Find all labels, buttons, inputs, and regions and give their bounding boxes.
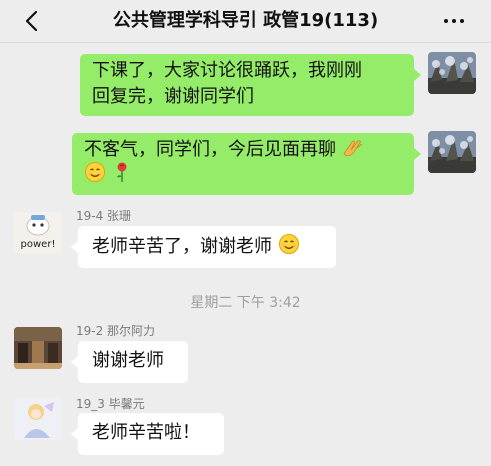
more-options-button[interactable] xyxy=(439,8,469,34)
chat-header: 公共管理学科导引 政管19(113) xyxy=(0,0,491,42)
clapping-hands-emoji xyxy=(343,140,363,157)
avatar-caption: power! xyxy=(20,239,56,250)
avatar-self[interactable] xyxy=(428,52,476,94)
message-bubble-own[interactable]: 不客气，同学们，今后见面再聊 xyxy=(72,133,421,195)
message-text: 老师辛苦啦！ xyxy=(92,422,200,443)
smiley-emoji xyxy=(278,234,299,254)
more-dot xyxy=(452,19,456,23)
avatar-bi-xinyuan[interactable] xyxy=(14,398,62,440)
rose-emoji xyxy=(116,162,127,182)
message-text: 老师辛苦了，谢谢老师 xyxy=(92,236,272,257)
chat-timestamp: 星期二 下午 3:42 xyxy=(190,295,301,311)
sender-name: 19_3 毕馨元 xyxy=(76,397,145,411)
message-bubble-other[interactable]: 老师辛苦啦！ xyxy=(71,413,224,455)
header-divider xyxy=(0,42,491,43)
message-bubble-own[interactable]: 下课了，大家讨论很踊跃，我刚刚 回复完，谢谢同学们 xyxy=(80,54,421,116)
sender-name: 19-4 张珊 xyxy=(76,209,132,223)
avatar-zhang-shan[interactable]: power! xyxy=(14,212,62,254)
message-text: 谢谢老师 xyxy=(92,350,164,371)
more-dots-icon xyxy=(444,19,448,23)
message-text-line: 下课了，大家讨论很踊跃，我刚刚 xyxy=(92,60,362,81)
avatar-naer-ali[interactable] xyxy=(14,327,62,369)
message-bubble-other[interactable]: 老师辛苦了，谢谢老师 xyxy=(71,226,336,268)
message-text: 不客气，同学们，今后见面再聊 xyxy=(84,139,336,160)
back-button[interactable] xyxy=(18,6,44,36)
message-bubble-other[interactable]: 谢谢老师 xyxy=(71,341,188,383)
sender-name: 19-2 那尔阿力 xyxy=(76,324,156,338)
more-dot xyxy=(460,19,464,23)
chevron-left-icon xyxy=(25,10,38,32)
smiley-emoji xyxy=(85,162,105,182)
avatar-self[interactable] xyxy=(428,131,476,173)
message-text-line: 回复完，谢谢同学们 xyxy=(92,86,254,107)
chat-title: 公共管理学科导引 政管19(113) xyxy=(112,10,379,31)
